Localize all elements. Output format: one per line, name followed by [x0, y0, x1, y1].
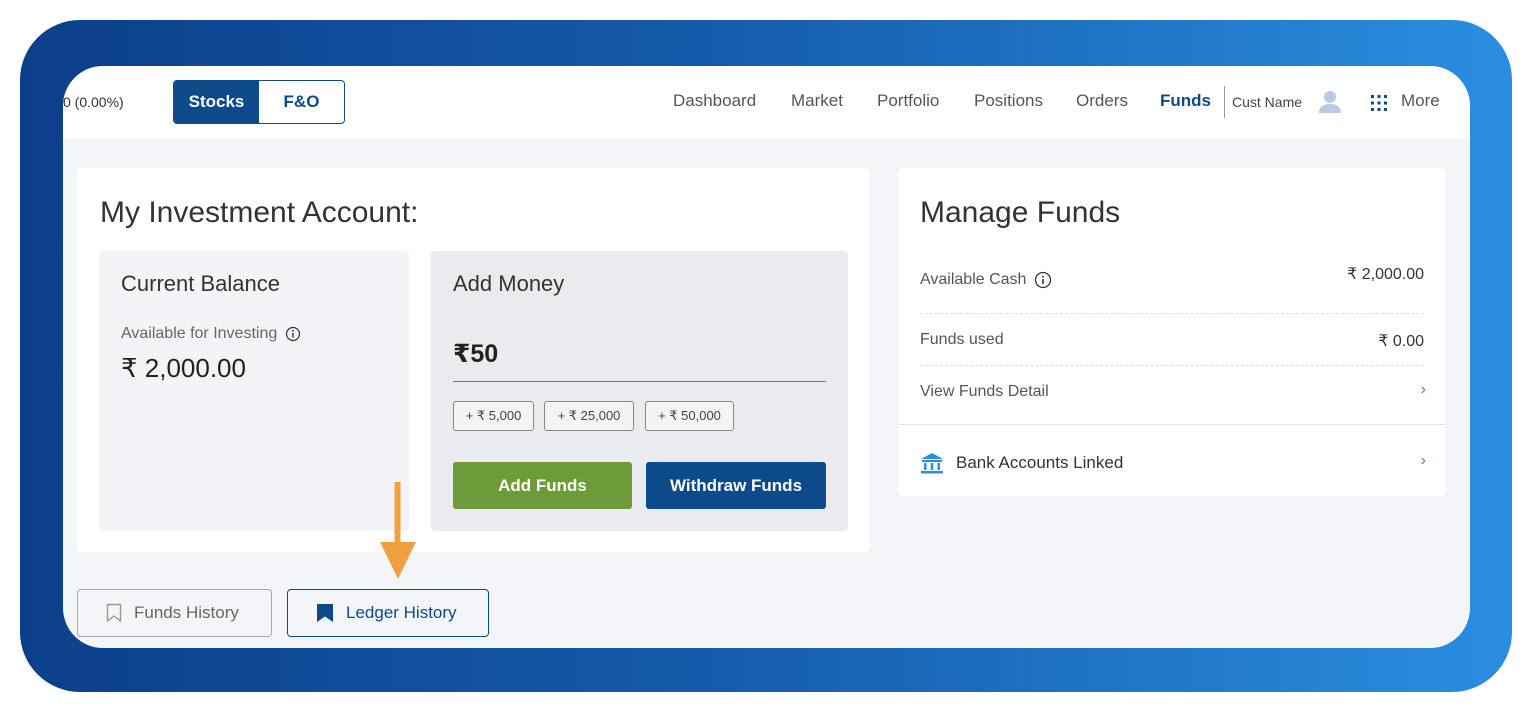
bank-icon — [921, 453, 943, 474]
index-ticker: 0 (0.00%) — [63, 94, 124, 110]
info-icon[interactable] — [1034, 271, 1052, 289]
info-icon[interactable] — [285, 326, 301, 342]
funds-history-label: Funds History — [134, 603, 239, 622]
quick-add-50000[interactable]: + ₹ 50,000 — [645, 401, 734, 431]
current-balance-value: ₹ 2,000.00 — [121, 353, 246, 383]
amount-underline — [453, 381, 826, 382]
funds-used-value: ₹ 0.00 — [1378, 333, 1424, 350]
manage-funds-heading: Manage Funds — [920, 196, 1121, 229]
nav-orders[interactable]: Orders — [1076, 91, 1128, 111]
app-screen: 0 (0.00%) Stocks F&O Dashboard Market Po… — [63, 66, 1470, 648]
investment-heading: My Investment Account: — [100, 196, 419, 229]
quick-add-25000[interactable]: + ₹ 25,000 — [544, 401, 634, 431]
bank-accounts-label: Bank Accounts Linked — [956, 453, 1124, 472]
nav-positions[interactable]: Positions — [974, 91, 1043, 111]
amount-input[interactable]: ₹50 — [453, 339, 498, 369]
nav-market[interactable]: Market — [791, 91, 843, 111]
quick-add-5000[interactable]: + ₹ 5,000 — [453, 401, 534, 431]
funds-used-label: Funds used — [920, 331, 1004, 348]
ledger-history-button[interactable]: Ledger History — [287, 589, 489, 637]
divider — [898, 424, 1446, 425]
bookmark-filled-icon — [317, 604, 333, 622]
add-money-panel: Add Money ₹50 + ₹ 5,000 + ₹ 25,000 + ₹ 5… — [431, 251, 848, 531]
withdraw-funds-button[interactable]: Withdraw Funds — [646, 462, 826, 509]
available-cash-row: Available Cash — [920, 271, 1052, 289]
current-balance-title: Current Balance — [121, 271, 280, 296]
nav-divider — [1224, 86, 1225, 118]
chevron-right-icon[interactable]: › — [1421, 452, 1426, 470]
ledger-history-label: Ledger History — [346, 603, 457, 622]
divider — [920, 365, 1424, 366]
pointer-arrow-icon — [380, 482, 416, 579]
nav-funds[interactable]: Funds — [1160, 91, 1211, 111]
bank-accounts-linked-row[interactable]: Bank Accounts Linked — [920, 452, 1123, 474]
add-money-title: Add Money — [453, 271, 565, 296]
add-funds-button[interactable]: Add Funds — [453, 462, 632, 509]
nav-more[interactable]: More — [1401, 91, 1440, 111]
view-funds-detail-link[interactable]: View Funds Detail — [920, 383, 1049, 401]
nav-portfolio[interactable]: Portfolio — [877, 91, 939, 111]
chevron-right-icon[interactable]: › — [1421, 381, 1426, 399]
investment-account-card: My Investment Account: Current Balance A… — [77, 168, 870, 552]
manage-funds-card: Manage Funds Available Cash ₹ 2,000.00 F… — [898, 168, 1446, 496]
segment-stocks[interactable]: Stocks — [174, 81, 259, 123]
grid-menu-icon[interactable] — [1370, 94, 1388, 117]
bookmark-outline-icon — [106, 603, 122, 623]
available-for-investing: Available for Investing — [121, 325, 301, 343]
available-for-investing-label: Available for Investing — [121, 325, 278, 342]
user-avatar-icon[interactable] — [1317, 89, 1343, 120]
divider — [920, 313, 1424, 314]
top-navbar: 0 (0.00%) Stocks F&O Dashboard Market Po… — [63, 66, 1470, 138]
nav-dashboard[interactable]: Dashboard — [673, 91, 756, 111]
segment-fno[interactable]: F&O — [259, 81, 344, 123]
available-cash-label: Available Cash — [920, 271, 1027, 288]
funds-history-button[interactable]: Funds History — [77, 589, 272, 637]
customer-name[interactable]: Cust Name — [1232, 94, 1302, 110]
available-cash-value: ₹ 2,000.00 — [1347, 266, 1424, 283]
current-balance-panel: Current Balance Available for Investing … — [99, 251, 409, 531]
segment-toggle: Stocks F&O — [173, 80, 345, 124]
